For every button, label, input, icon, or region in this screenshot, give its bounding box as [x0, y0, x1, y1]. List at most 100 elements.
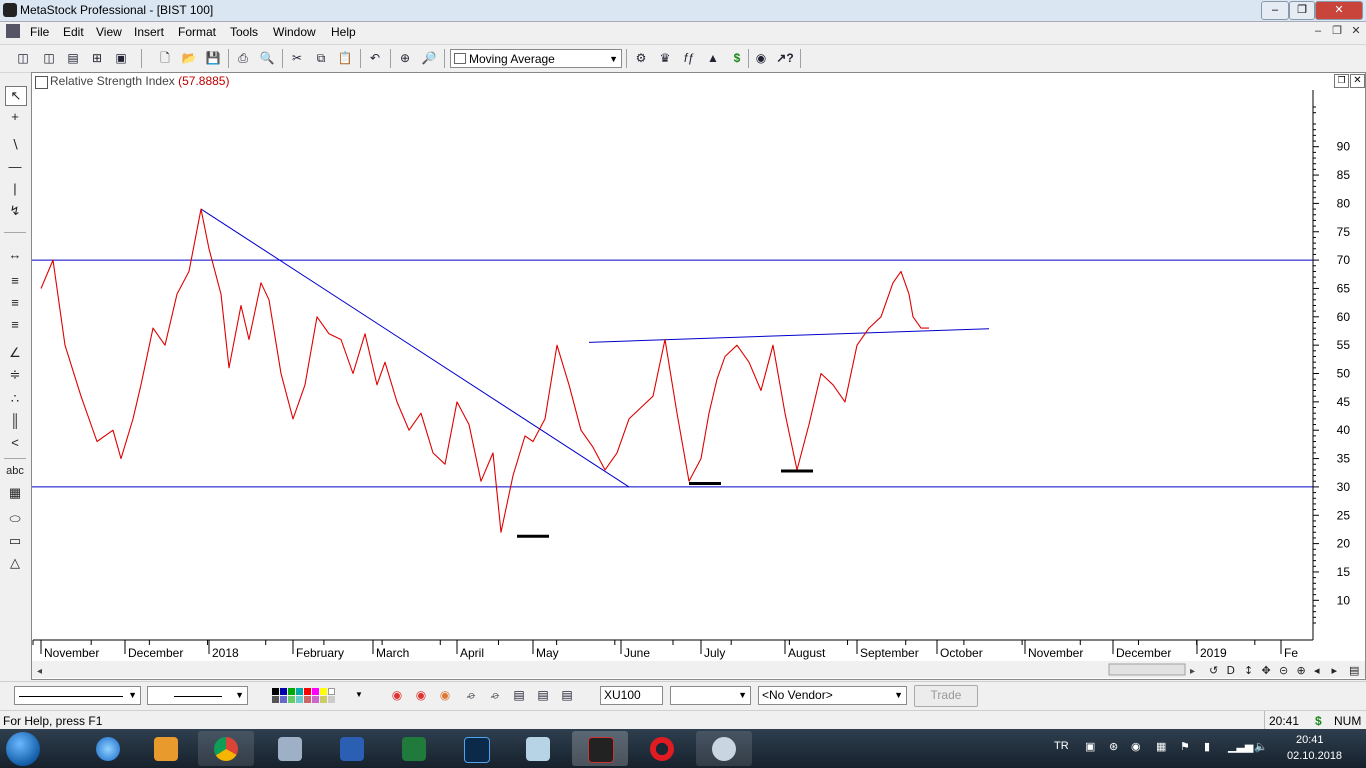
tray-flag-icon[interactable]: ⚑ [1180, 740, 1190, 753]
menu-tools[interactable]: Tools [230, 25, 258, 39]
document-icon[interactable] [6, 24, 20, 38]
periodicity-select[interactable]: ▼ [670, 686, 751, 705]
fibonacci-icon[interactable]: ↯ [5, 202, 25, 220]
menu-format[interactable]: Format [178, 25, 216, 39]
open-folder-icon[interactable]: 📂 [180, 50, 198, 67]
style-circle-icon[interactable]: ◉ [412, 687, 430, 704]
text-tool-icon[interactable]: abc [5, 462, 25, 480]
trendline-icon[interactable]: ∖ [5, 136, 25, 154]
mdi-restore-icon[interactable]: ❐ [1329, 25, 1345, 39]
color-swatch[interactable] [272, 688, 279, 695]
system-tester-icon[interactable]: ▲ [704, 50, 722, 67]
zoom-icon[interactable]: 🔎 [420, 50, 438, 67]
volume-icon[interactable]: 🔈 [1254, 740, 1268, 753]
taskbar-excel-icon[interactable] [386, 731, 442, 766]
menu-window[interactable]: Window [273, 25, 316, 39]
tray-battery-icon[interactable]: ▮ [1204, 740, 1210, 753]
horizontal-line-icon[interactable]: — [5, 158, 25, 176]
line-weight-select[interactable]: ▼ [147, 686, 248, 705]
taskbar-word-icon[interactable] [324, 731, 380, 766]
arc-icon[interactable]: < [5, 434, 25, 452]
align-top-icon[interactable]: ⌮ [462, 687, 480, 704]
color-swatch[interactable] [288, 688, 295, 695]
cycle-lines-icon[interactable]: ║ [5, 412, 25, 430]
color-swatch[interactable] [328, 696, 335, 703]
color-swatch[interactable] [320, 688, 327, 695]
color-swatch[interactable] [320, 696, 327, 703]
signal-icon[interactable]: ▁▃▅ [1228, 740, 1253, 753]
chart-window[interactable]: Relative Strength Index (57.8885) ❐ ✕ 10… [31, 72, 1366, 680]
date-icon[interactable]: D [1227, 664, 1235, 677]
explorer-icon[interactable]: ♛ [656, 50, 674, 67]
pointer-icon[interactable]: ↖ [5, 86, 27, 106]
tile-vertical-icon[interactable]: ◫ [40, 50, 58, 67]
window-layout-icon[interactable]: ▤ [534, 687, 552, 704]
refresh-icon[interactable]: ↺ [1209, 664, 1218, 677]
symbol-field[interactable]: XU100 [600, 686, 663, 705]
scroll-arrows-icon[interactable]: ↔ [5, 246, 25, 264]
taskbar-paint-icon[interactable] [696, 731, 752, 766]
chart-menu-icon[interactable]: ▤ [1349, 664, 1359, 677]
color-swatch[interactable] [304, 696, 311, 703]
mdi-close-icon[interactable]: ✕ [1348, 25, 1364, 39]
taskbar-ie-icon[interactable] [80, 731, 136, 766]
scroll-forward-icon[interactable]: ▸ [1332, 664, 1338, 677]
tray-app-icon[interactable]: ▣ [1085, 740, 1095, 753]
window-layout-icon[interactable]: ▤ [558, 687, 576, 704]
quadrant-lines-icon[interactable]: ≡ [5, 294, 25, 312]
color-palette[interactable]: ▼ [268, 685, 364, 706]
tray-device-icon[interactable]: ◉ [1131, 740, 1141, 753]
color-swatch[interactable] [304, 688, 311, 695]
menu-insert[interactable]: Insert [134, 25, 164, 39]
taskbar-opera-icon[interactable] [634, 731, 690, 766]
expert-advisor-icon[interactable]: ⚙ [632, 50, 650, 67]
andrews-pitchfork-icon[interactable]: ∴ [5, 390, 25, 408]
line-style-select[interactable]: ▼ [14, 686, 141, 705]
save-icon[interactable]: 💾 [204, 50, 222, 67]
binoculars-icon[interactable]: ◉ [752, 50, 770, 67]
taskbar-chrome-icon[interactable] [198, 731, 254, 766]
menu-file[interactable]: File [30, 25, 49, 39]
color-swatch[interactable] [312, 696, 319, 703]
window-layout-icon[interactable]: ▤ [510, 687, 528, 704]
trade-button[interactable]: Trade [914, 685, 978, 707]
color-swatch[interactable] [296, 696, 303, 703]
language-indicator[interactable]: TR [1054, 740, 1069, 752]
pan-icon[interactable]: ✥ [1262, 664, 1271, 677]
menu-view[interactable]: View [96, 25, 122, 39]
ellipse-icon[interactable]: ⬭ [5, 510, 25, 528]
cut-icon[interactable]: ✂ [288, 50, 306, 67]
style-circle-icon[interactable]: ◉ [388, 687, 406, 704]
tile-grid-icon[interactable]: ⊞ [88, 50, 106, 67]
taskbar-media-player-icon[interactable] [138, 731, 194, 766]
start-button[interactable] [6, 732, 40, 766]
minimize-button[interactable]: – [1261, 1, 1289, 20]
taskbar-metastock-icon[interactable] [572, 731, 628, 766]
color-swatch[interactable] [312, 688, 319, 695]
paste-icon[interactable]: 📋 [336, 50, 354, 67]
context-help-icon[interactable]: ↗? [776, 50, 794, 67]
align-bottom-icon[interactable]: ⌮ [486, 687, 504, 704]
dollar-icon[interactable]: $ [728, 50, 746, 67]
bluetooth-icon[interactable]: ⊛ [1109, 740, 1118, 753]
taskbar-notes-icon[interactable] [510, 731, 566, 766]
rsi-chart[interactable]: 10 15 20 25 30 35 40 45 50 55 60 65 70 75 80 85 90 Novemb… [32, 90, 1365, 680]
zoom-out-icon[interactable]: ⊝ [1279, 664, 1288, 677]
copy-icon[interactable]: ⧉ [312, 50, 330, 67]
zoom-in-icon[interactable]: ⊕ [1297, 664, 1306, 677]
chart-window-icon[interactable] [35, 76, 48, 89]
vendor-select[interactable]: <No Vendor> ▼ [758, 686, 907, 705]
new-file-icon[interactable]: 🗋 [156, 50, 174, 67]
speed-lines-icon[interactable]: ≡ [5, 272, 25, 290]
print-icon[interactable]: ⎙ [234, 50, 252, 67]
color-swatch[interactable] [272, 696, 279, 703]
color-swatch[interactable] [280, 696, 287, 703]
close-button[interactable]: ✕ [1315, 1, 1363, 20]
chart-close-icon[interactable]: ✕ [1350, 74, 1365, 88]
scroll-back-icon[interactable]: ◂ [1314, 664, 1320, 677]
vertical-line-icon[interactable]: | [5, 180, 25, 198]
layout-options-icon[interactable]: ▣ [112, 50, 130, 67]
crosshair-icon[interactable]: ⊕ [396, 50, 414, 67]
raff-channel-icon[interactable] [5, 324, 25, 342]
tile-horizontal-icon[interactable]: ▤ [64, 50, 82, 67]
